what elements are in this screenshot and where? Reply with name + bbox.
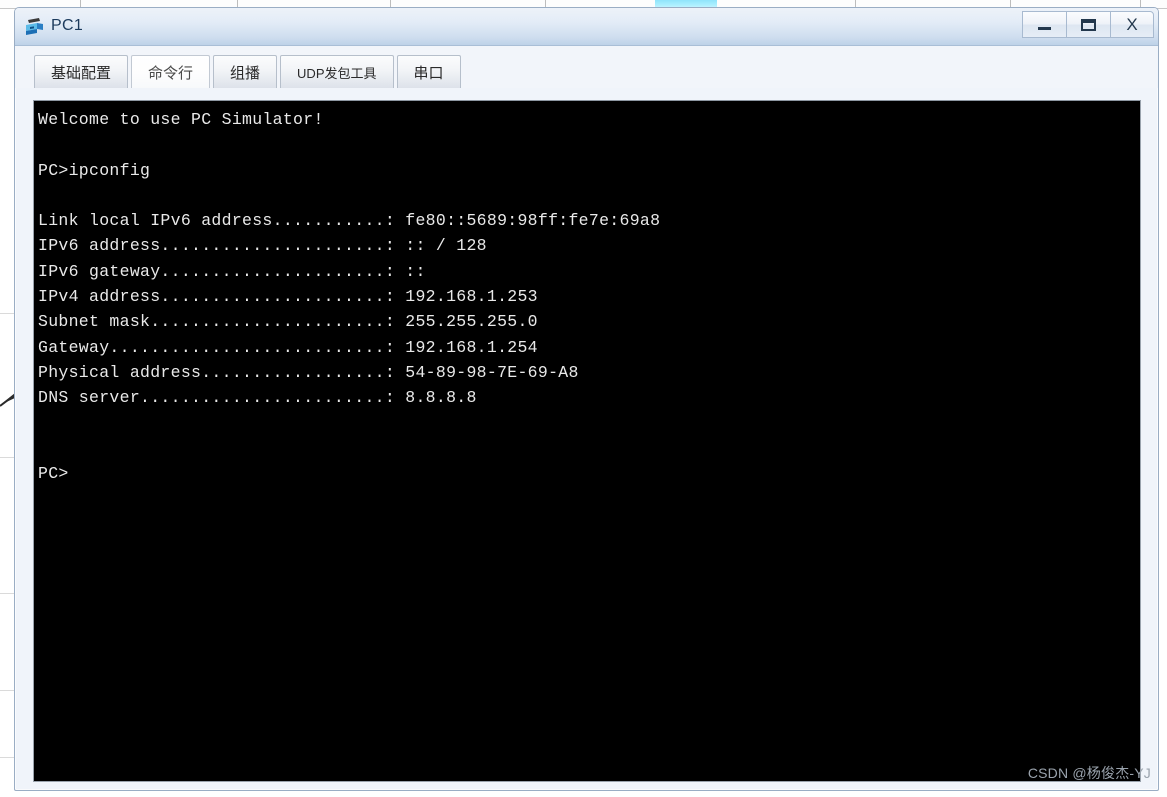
tab-label: 组播 — [230, 64, 261, 82]
terminal-line: Gateway...........................: 192.… — [38, 337, 538, 357]
close-icon: X — [1126, 15, 1138, 34]
terminal-line: PC>ipconfig — [38, 160, 151, 180]
terminal-line: Subnet mask.......................: 255.… — [38, 312, 538, 332]
terminal-line: Link local IPv6 address...........: fe80… — [38, 211, 661, 231]
tab-serial-port[interactable]: 串口 — [396, 55, 461, 88]
tab-bar: 基础配置 命令行 组播 UDP发包工具 串口 — [15, 46, 1158, 88]
terminal-panel[interactable]: Welcome to use PC Simulator! PC>ipconfig L… — [33, 100, 1141, 782]
maximize-icon — [1081, 18, 1096, 31]
terminal-line: PC> — [38, 464, 69, 484]
pc-device-icon — [24, 17, 46, 37]
tab-label: 串口 — [413, 64, 444, 82]
terminal-line: Physical address..................: 54-8… — [38, 362, 579, 382]
tab-label: 命令行 — [148, 64, 194, 82]
window-controls: X — [1022, 11, 1154, 39]
terminal-line: DNS server........................: 8.8.… — [38, 388, 477, 408]
close-button[interactable]: X — [1110, 11, 1154, 38]
terminal-line: IPv4 address......................: 192.… — [38, 287, 538, 307]
minimize-icon — [1038, 27, 1051, 30]
terminal-output[interactable]: Welcome to use PC Simulator! PC>ipconfig L… — [34, 101, 1140, 486]
window-title: PC1 — [51, 17, 84, 34]
minimize-button[interactable] — [1022, 11, 1066, 38]
pc-console-window: PC1 X 基础配置 命令行 组播 UDP发包工具 串口 Welcome to … — [14, 7, 1159, 791]
terminal-line: IPv6 address......................: :: /… — [38, 236, 487, 256]
screen: PC1 X 基础配置 命令行 组播 UDP发包工具 串口 Welcome to … — [0, 0, 1167, 797]
window-titlebar[interactable]: PC1 X — [15, 8, 1158, 46]
tab-label: 基础配置 — [51, 64, 112, 82]
tab-basic-config[interactable]: 基础配置 — [34, 55, 129, 88]
tab-command-line[interactable]: 命令行 — [131, 55, 211, 88]
terminal-line: Welcome to use PC Simulator! — [38, 110, 324, 129]
maximize-button[interactable] — [1066, 11, 1110, 38]
tab-udp-tool[interactable]: UDP发包工具 — [280, 55, 394, 88]
terminal-line: IPv6 gateway......................: :: — [38, 261, 426, 281]
tab-multicast[interactable]: 组播 — [213, 55, 278, 88]
tab-label: UDP发包工具 — [297, 65, 377, 81]
